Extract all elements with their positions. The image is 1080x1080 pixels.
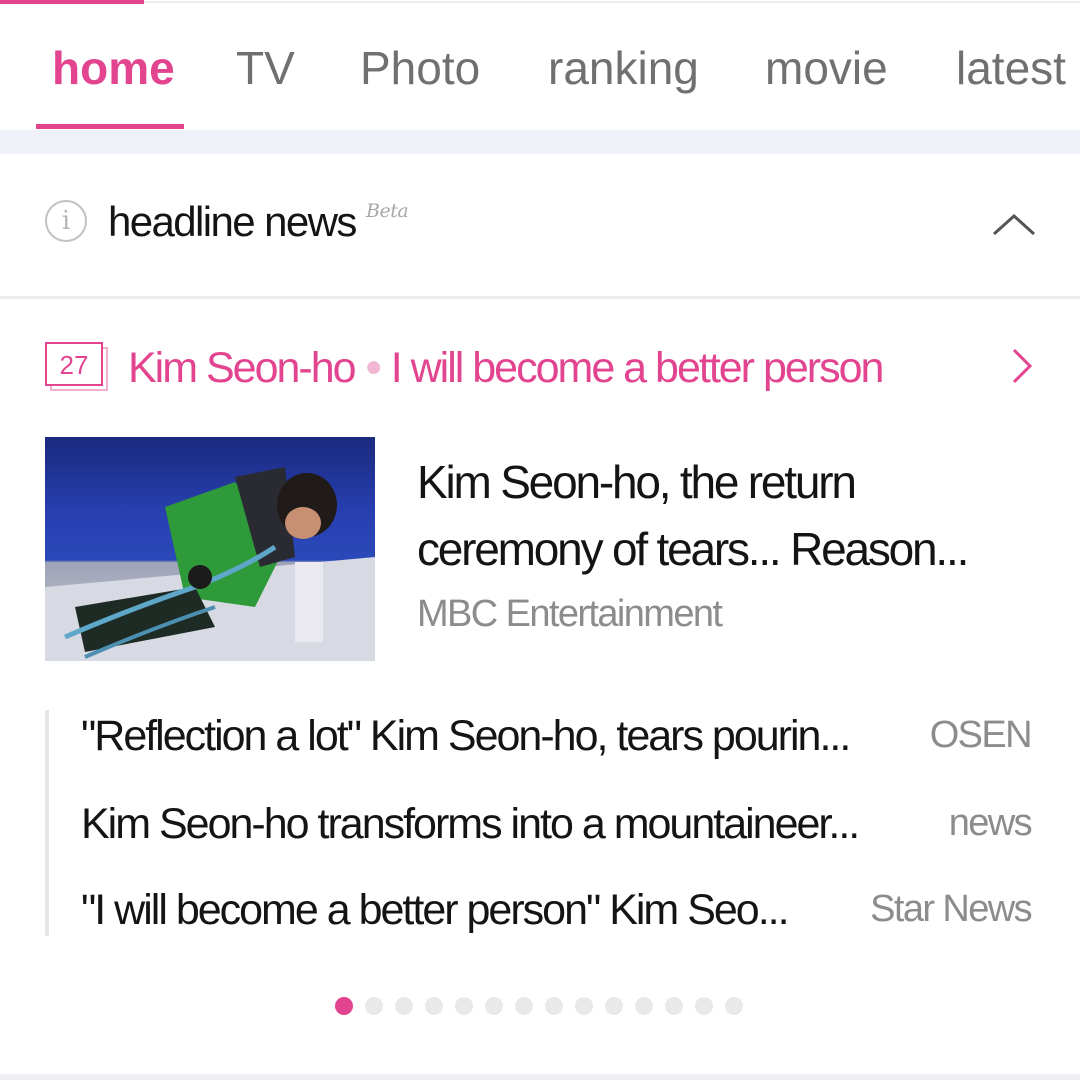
- story-title: Kim Seon-ho, the return ceremony of tear…: [417, 456, 969, 575]
- page-dot[interactable]: [635, 997, 653, 1015]
- main-story[interactable]: Kim Seon-ho, the return ceremony of tear…: [45, 437, 1045, 663]
- info-icon[interactable]: i: [45, 200, 87, 242]
- story-source: MBC Entertainment: [417, 593, 723, 635]
- page-dot[interactable]: [695, 997, 713, 1015]
- tab-ranking[interactable]: ranking: [548, 40, 699, 96]
- calendar-icon: 27: [45, 342, 108, 391]
- category-tabs: home TV Photo ranking movie latest: [0, 0, 1080, 130]
- topic-person: Kim Seon-ho: [128, 344, 357, 392]
- chevron-right-icon[interactable]: [1006, 346, 1036, 386]
- story-thumbnail[interactable]: [45, 437, 375, 661]
- list-item[interactable]: "I will become a better person" Kim Seo.…: [81, 886, 1033, 946]
- tab-tv[interactable]: TV: [236, 40, 295, 96]
- page-dot[interactable]: [455, 997, 473, 1015]
- page-dot[interactable]: [365, 997, 383, 1015]
- beta-badge: Beta: [366, 200, 409, 222]
- section-title: headline news: [108, 198, 357, 245]
- page-dot[interactable]: [575, 997, 593, 1015]
- bottom-border: [0, 1074, 1080, 1080]
- page-dot[interactable]: [425, 997, 443, 1015]
- page-dot[interactable]: [605, 997, 623, 1015]
- list-item[interactable]: Kim Seon-ho transforms into a mountainee…: [81, 800, 1033, 860]
- headline-topic[interactable]: 27 Kim Seon-ho ● I will become a better pe…: [0, 330, 1080, 410]
- calendar-day: 27: [60, 350, 89, 380]
- list-item[interactable]: "Reflection a lot" Kim Seon-ho, tears po…: [81, 712, 1033, 772]
- news-source: news: [948, 802, 1033, 844]
- topic-quote: I will become a better person: [390, 344, 885, 392]
- news-title: "Reflection a lot" Kim Seon-ho, tears po…: [81, 712, 851, 760]
- news-source: Star News: [870, 888, 1032, 930]
- news-title: "I will become a better person" Kim Seo.…: [81, 886, 790, 934]
- news-source: OSEN: [929, 714, 1033, 756]
- mountaineer-photo: [45, 467, 375, 661]
- tab-photo[interactable]: Photo: [360, 40, 480, 96]
- list-bar: [45, 710, 49, 936]
- news-title: Kim Seon-ho transforms into a mountainee…: [81, 800, 860, 848]
- page-dot[interactable]: [665, 997, 683, 1015]
- active-tab-indicator: [36, 124, 184, 129]
- bullet-separator: ●: [364, 350, 383, 383]
- tab-latest[interactable]: latest: [956, 40, 1066, 96]
- topic-text: Kim Seon-ho ● I will become a better perso…: [128, 344, 885, 393]
- section-separator: [0, 130, 1080, 154]
- headline-news-header: i headline news Beta: [0, 154, 1080, 296]
- page-dot[interactable]: [335, 997, 353, 1015]
- page-indicator: [335, 997, 755, 1017]
- page-dot[interactable]: [485, 997, 503, 1015]
- page-dot[interactable]: [395, 997, 413, 1015]
- tab-movie[interactable]: movie: [765, 40, 888, 96]
- page-dot[interactable]: [545, 997, 563, 1015]
- related-news-list: "Reflection a lot" Kim Seon-ho, tears po…: [45, 708, 1035, 936]
- tab-home[interactable]: home: [52, 40, 175, 96]
- divider: [0, 296, 1080, 299]
- page-dot[interactable]: [515, 997, 533, 1015]
- chevron-up-icon[interactable]: [990, 208, 1038, 238]
- page-dot[interactable]: [725, 997, 743, 1015]
